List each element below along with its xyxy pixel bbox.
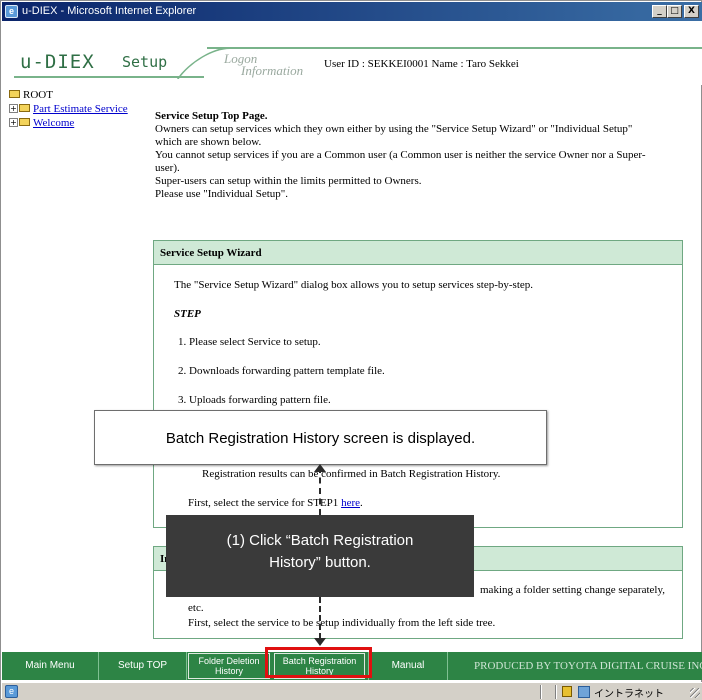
tree-link-part-estimate-service[interactable]: Part Estimate Service [33,103,128,115]
description-line: user). [155,162,180,174]
user-info: User ID : SEKKEI0001 Name : Taro Sekkei [324,58,519,70]
wizard-intro: The "Service Setup Wizard" dialog box al… [174,279,534,291]
status-divider [540,685,542,699]
header-divider [14,76,204,78]
expand-icon[interactable]: + [9,117,18,127]
browser-window: e u-DIEX - Microsoft Internet Explorer _… [0,0,702,700]
individual-line: etc. [188,602,204,614]
expand-icon[interactable]: + [9,103,18,113]
first-select-line: First, select the service for STEP1 here… [188,497,363,509]
app-logo: u-DIEX [20,51,95,73]
arrow-down-icon [314,638,326,646]
description-line: Please use "Individual Setup". [155,188,289,200]
status-bar: e イントラネット [2,682,702,700]
section-title: Setup [122,53,168,71]
here-link[interactable]: here [341,497,360,509]
tree-item-part-estimate-service[interactable]: + Part Estimate Service [9,102,128,116]
result-callout: Batch Registration History screen is dis… [94,410,547,465]
produced-by-credit: PRODUCED BY TOYOTA DIGITAL CRUISE INC. [474,660,702,672]
arrow-up-icon [314,464,326,472]
tree-root-label: ROOT [23,89,53,101]
main-menu-button[interactable]: Main Menu [2,652,99,680]
step-item: 2. Downloads forwarding pattern template… [178,365,385,377]
instruction-callout: (1) Click “Batch Registration History” b… [166,515,474,597]
window-title: u-DIEX - Microsoft Internet Explorer [22,5,197,17]
close-button[interactable]: X [684,5,699,18]
individual-line: First, select the service to be setup in… [188,617,496,629]
service-setup-wizard-panel: Service Setup Wizard The "Service Setup … [153,240,683,528]
page-heading: Service Setup Top Page. [155,110,268,122]
description-line: Super-users can setup within the limits … [155,175,422,187]
folder-icon [9,90,20,99]
connector-line [319,597,321,639]
security-zone-label: イントラネット [594,689,664,700]
description-line: which are shown below. [155,136,262,148]
status-divider [555,685,557,699]
registration-note: Registration results can be confirmed in… [202,468,501,480]
setup-top-button[interactable]: Setup TOP [99,652,187,680]
minimize-button[interactable]: _ [652,5,667,18]
title-bar: e u-DIEX - Microsoft Internet Explorer _… [2,2,702,21]
lock-icon [562,686,572,697]
maximize-button[interactable]: □ [667,5,682,18]
header-divider-top [207,47,702,49]
manual-button[interactable]: Manual [368,652,448,680]
folder-deletion-history-button[interactable]: Folder Deletion History [188,653,270,679]
page-header: u-DIEX Setup Logon Information User ID :… [2,21,702,85]
main-description: Service Setup Top Page. Owners can setup… [155,110,675,201]
tree-item-welcome[interactable]: + Welcome [9,116,128,130]
logon-information-label: Logon Information [224,51,304,78]
folder-icon [19,118,30,127]
wizard-panel-title: Service Setup Wizard [154,241,682,265]
service-tree: ROOT + Part Estimate Service + Welcome [9,88,128,130]
step-label: STEP [174,308,201,320]
ie-icon: e [5,685,18,698]
step-item: 1. Please select Service to setup. [178,336,321,348]
connector-line [319,467,321,515]
description-line: You cannot setup services if you are a C… [155,149,646,161]
step-item: 3. Uploads forwarding pattern file. [178,394,331,406]
highlight-box [265,647,372,678]
tree-root[interactable]: ROOT [9,88,128,102]
intranet-zone-icon [578,686,590,698]
description-line: Owners can setup services which they own… [155,123,633,135]
ie-icon: e [5,5,18,18]
individual-line: making a folder setting change separatel… [480,584,665,596]
folder-icon [19,104,30,113]
tree-link-welcome[interactable]: Welcome [33,117,74,129]
resize-grip[interactable] [690,688,700,698]
